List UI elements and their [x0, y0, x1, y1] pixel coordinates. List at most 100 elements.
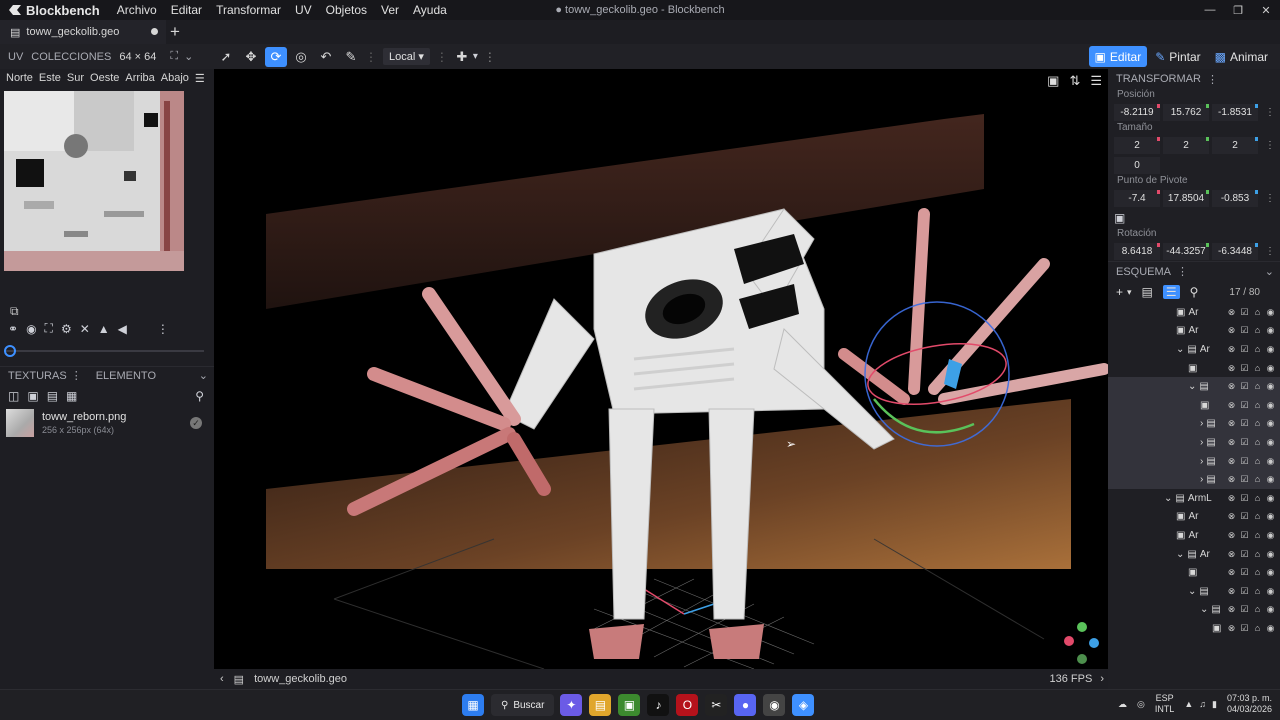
outliner-row[interactable]: ⌄ ▤ Ar ⊗ ☑ ⌂ ◉: [1108, 545, 1280, 564]
shade-toggle-icon[interactable]: ☑: [1238, 418, 1251, 429]
blockbench-taskbar-icon[interactable]: ◈: [792, 694, 815, 716]
shade-toggle-icon[interactable]: ☑: [1238, 456, 1251, 467]
outliner-row[interactable]: ▣ ⊗ ☑ ⌂ ◉: [1108, 563, 1280, 582]
shade-toggle-icon[interactable]: ☑: [1238, 511, 1251, 522]
outliner-row[interactable]: ⌄ ▤ ⊗ ☑ ⌂ ◉: [1108, 377, 1280, 396]
slider-knob[interactable]: [4, 345, 16, 357]
move-tool-icon[interactable]: ✥: [240, 47, 262, 67]
outliner-row[interactable]: ▣ Ar ⊗ ☑ ⌂ ◉: [1108, 322, 1280, 341]
transform-space-select[interactable]: Local ▾: [383, 48, 430, 65]
chevron-down-icon[interactable]: ⌄: [1265, 265, 1274, 278]
position-x-input[interactable]: -8.2119: [1114, 103, 1160, 121]
lock-icon[interactable]: ⌂: [1251, 511, 1264, 522]
sort-icon[interactable]: ⇅: [1069, 73, 1080, 89]
export-toggle-icon[interactable]: ⊗: [1225, 381, 1238, 392]
paint-bucket-icon[interactable]: ◉: [26, 322, 36, 336]
microphone-icon[interactable]: ◎: [1137, 699, 1145, 710]
export-toggle-icon[interactable]: ⊗: [1225, 418, 1238, 429]
discord-icon[interactable]: ●: [734, 694, 757, 716]
face-abajo[interactable]: Abajo: [161, 72, 189, 84]
uv-size[interactable]: 64 × 64: [119, 51, 156, 63]
undo-icon[interactable]: ↶: [315, 47, 337, 67]
outliner-row[interactable]: ▣ ⊗ ☑ ⌂ ◉: [1108, 395, 1280, 415]
mode-animar[interactable]: ▩ Animar: [1209, 46, 1274, 67]
face-arriba[interactable]: Arriba: [125, 72, 154, 84]
size-z-input[interactable]: 2: [1212, 136, 1258, 154]
center-pivot-icon[interactable]: ▣: [1114, 211, 1125, 225]
file-explorer-icon[interactable]: ▤: [589, 694, 612, 716]
more-icon[interactable]: ⋮: [1265, 246, 1275, 257]
more-icon[interactable]: ⋮: [1265, 193, 1275, 204]
outliner-row[interactable]: ▣ ⊗ ☑ ⌂ ◉: [1108, 359, 1280, 378]
face-este[interactable]: Este: [39, 72, 61, 84]
shade-toggle-icon[interactable]: ☑: [1238, 381, 1251, 392]
lock-icon[interactable]: ⌂: [1251, 623, 1264, 634]
export-toggle-icon[interactable]: ⊗: [1225, 586, 1238, 597]
outliner-row[interactable]: ▣ ⊗ ☑ ⌂ ◉: [1108, 619, 1280, 638]
chevron-right-icon[interactable]: ›: [1200, 418, 1203, 429]
chevron-down-icon[interactable]: ⌄: [1200, 604, 1208, 615]
chevron-right-icon[interactable]: ›: [1200, 437, 1203, 448]
pivot-x-input[interactable]: -7.4: [1114, 189, 1160, 207]
shade-toggle-icon[interactable]: ☑: [1238, 604, 1251, 615]
lock-icon[interactable]: ⌂: [1251, 381, 1264, 392]
chevron-down-icon[interactable]: ⌄: [199, 369, 208, 382]
pivot-y-input[interactable]: 17.8504: [1163, 189, 1209, 207]
more-icon[interactable]: ⋮: [1207, 73, 1218, 86]
brush-tool-icon[interactable]: ✎: [340, 47, 362, 67]
shade-toggle-icon[interactable]: ☑: [1238, 586, 1251, 597]
eye-icon[interactable]: ◉: [1264, 307, 1277, 318]
minimize-icon[interactable]: —: [1196, 0, 1224, 20]
shade-toggle-icon[interactable]: ☑: [1238, 623, 1251, 634]
export-toggle-icon[interactable]: ⊗: [1225, 530, 1238, 541]
3d-viewport[interactable]: ▣ ⇅ ☰ ➢: [214, 69, 1108, 669]
menu-transformar[interactable]: Transformar: [209, 3, 288, 17]
uv-rotation-slider[interactable]: [4, 345, 204, 357]
capcut-icon[interactable]: ✂: [705, 694, 728, 716]
tiktok-icon[interactable]: ♪: [647, 694, 670, 716]
texture-grid-icon[interactable]: ▦: [66, 389, 77, 403]
menu-editar[interactable]: Editar: [164, 3, 209, 17]
position-y-input[interactable]: 15.762: [1163, 103, 1209, 121]
export-toggle-icon[interactable]: ⊗: [1225, 363, 1238, 374]
hamburger-icon[interactable]: ☰: [1090, 73, 1102, 89]
export-toggle-icon[interactable]: ⊗: [1225, 307, 1238, 318]
chevron-down-icon[interactable]: ▾: [1127, 287, 1132, 298]
lock-icon[interactable]: ⌂: [1251, 325, 1264, 336]
export-toggle-icon[interactable]: ⊗: [1225, 549, 1238, 560]
eye-icon[interactable]: ◉: [1264, 549, 1277, 560]
rotation-z-input[interactable]: -6.3448: [1212, 242, 1258, 260]
outliner-row[interactable]: ⌄ ▤ ArmL ⊗ ☑ ⌂ ◉: [1108, 489, 1280, 508]
collections-label[interactable]: COLECCIONES: [31, 51, 111, 63]
eye-icon[interactable]: ◉: [1264, 418, 1277, 429]
chevron-right-icon[interactable]: ›: [1200, 456, 1203, 467]
more-icon[interactable]: ⋮: [484, 50, 496, 64]
uv-editor-canvas[interactable]: [4, 91, 184, 271]
pivot-tool-icon[interactable]: ◎: [290, 47, 312, 67]
project-tab[interactable]: ▤ toww_geckolib.geo: [0, 20, 166, 44]
lock-icon[interactable]: ⌂: [1251, 437, 1264, 448]
eye-icon[interactable]: ◉: [1264, 623, 1277, 634]
export-toggle-icon[interactable]: ⊗: [1225, 400, 1238, 411]
wifi-icon[interactable]: ▲: [1184, 699, 1193, 709]
shade-toggle-icon[interactable]: ☑: [1238, 493, 1251, 504]
lock-icon[interactable]: ⌂: [1251, 400, 1264, 411]
lock-icon[interactable]: ⌂: [1251, 474, 1264, 485]
windows-start-icon[interactable]: ▦: [462, 694, 484, 716]
outliner-row[interactable]: ⌄ ▤ ⊗ ☑ ⌂ ◉: [1108, 582, 1280, 601]
chevron-down-icon[interactable]: ⌄: [1164, 493, 1172, 504]
link-icon[interactable]: ⚭: [8, 322, 18, 336]
language-indicator[interactable]: ESP INTL: [1155, 693, 1175, 715]
import-texture-icon[interactable]: ◫: [8, 389, 19, 403]
shade-toggle-icon[interactable]: ☑: [1238, 549, 1251, 560]
export-toggle-icon[interactable]: ⊗: [1225, 456, 1238, 467]
export-toggle-icon[interactable]: ⊗: [1225, 623, 1238, 634]
lock-icon[interactable]: ⌂: [1251, 344, 1264, 355]
menu-ver[interactable]: Ver: [374, 3, 406, 17]
taskbar-search[interactable]: ⚲ Buscar: [491, 694, 555, 716]
face-oeste[interactable]: Oeste: [90, 72, 119, 84]
lock-icon[interactable]: ⌂: [1251, 456, 1264, 467]
more-icon[interactable]: ⋮: [1177, 265, 1188, 278]
chevron-right-icon[interactable]: ›: [1100, 673, 1104, 685]
clear-icon[interactable]: ✕: [80, 322, 90, 336]
